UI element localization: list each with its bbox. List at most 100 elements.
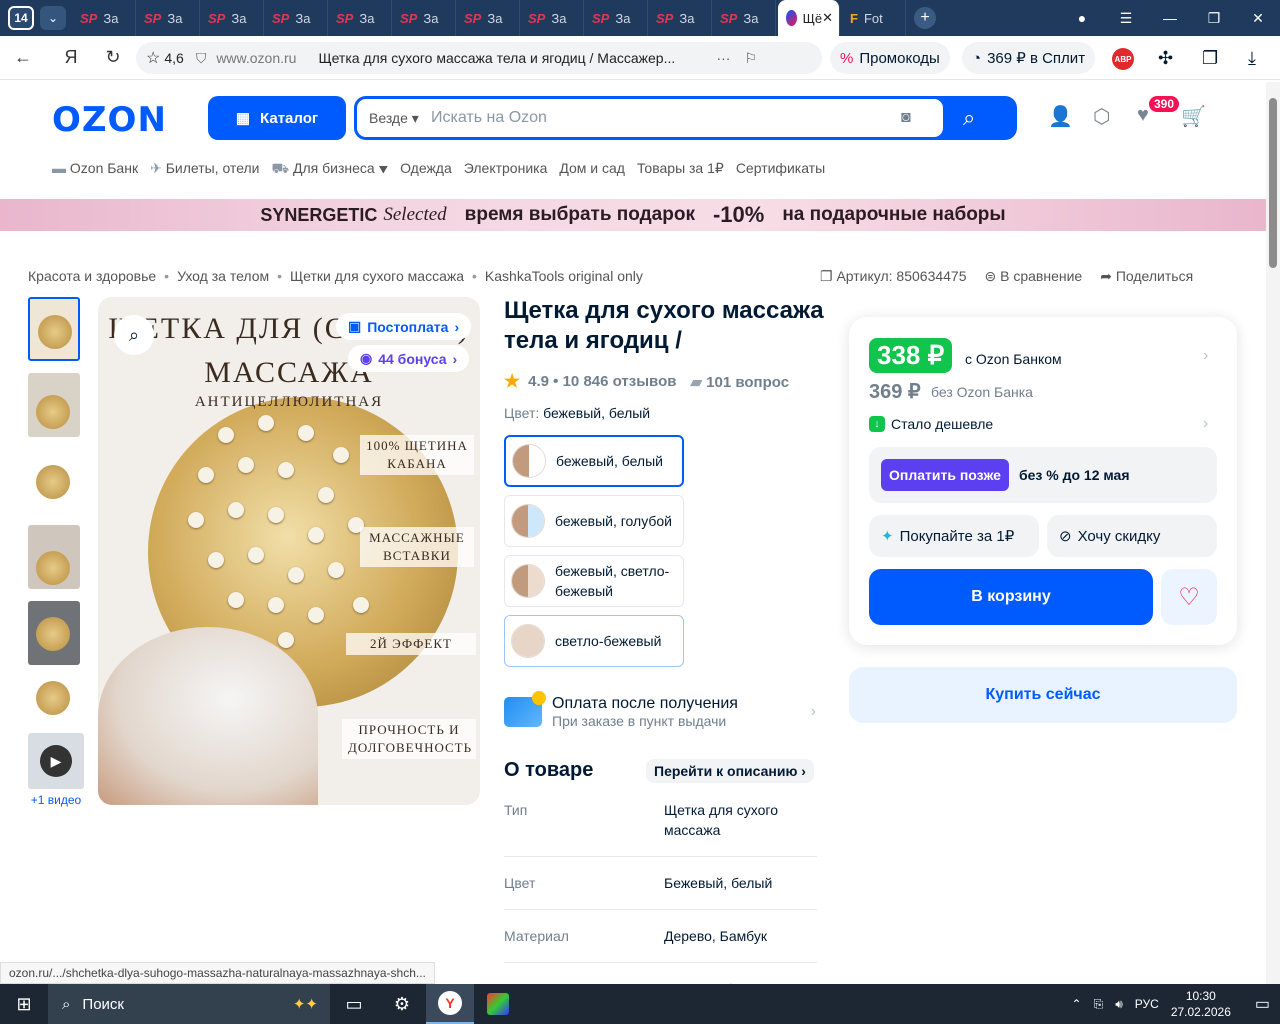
search-scope-dropdown[interactable]: Везде ▾ bbox=[369, 110, 431, 127]
browser-tab[interactable]: SP За bbox=[584, 0, 648, 36]
browser-tab[interactable]: SP За bbox=[392, 0, 456, 36]
close-window-icon[interactable]: ✕ bbox=[1236, 10, 1280, 27]
clock[interactable]: 10:30 27.02.2026 bbox=[1171, 988, 1231, 1020]
breadcrumb-item[interactable]: Уход за телом bbox=[177, 268, 269, 284]
tab-count-button[interactable]: 14 bbox=[8, 6, 34, 30]
favorites-icon[interactable]: ♥ bbox=[1137, 104, 1149, 127]
more-icon[interactable]: ··· bbox=[716, 50, 730, 66]
taskbar-search[interactable]: ⌕ Поиск ✦✦ bbox=[48, 984, 330, 1024]
search-input[interactable]: Искать на Ozon bbox=[431, 109, 901, 127]
cart-icon[interactable]: 🛒 bbox=[1181, 104, 1206, 129]
ozon-logo[interactable]: OZON bbox=[52, 100, 167, 140]
photos-app-icon[interactable] bbox=[474, 984, 522, 1024]
browser-tab[interactable]: SP За bbox=[648, 0, 712, 36]
menu-item[interactable]: ⛟ Для бизнеса ▾ bbox=[272, 160, 389, 179]
video-link[interactable]: +1 видео bbox=[28, 793, 84, 807]
video-thumbnail[interactable]: ▶ bbox=[28, 733, 84, 789]
menu-item[interactable]: Сертификаты bbox=[736, 160, 825, 179]
browser-tab[interactable]: SP За bbox=[712, 0, 776, 36]
browser-tab[interactable]: SP За bbox=[456, 0, 520, 36]
promo-banner[interactable]: SYNERGETIC Selected время выбрать подаро… bbox=[0, 199, 1266, 231]
browser-tab[interactable]: SP За bbox=[72, 0, 136, 36]
new-tab-button[interactable]: + bbox=[914, 7, 936, 29]
language-indicator[interactable]: РУС bbox=[1135, 997, 1159, 1011]
browser-tab[interactable]: F Fot bbox=[842, 0, 906, 36]
chevron-right-icon[interactable]: › bbox=[1203, 415, 1208, 433]
want-discount-button[interactable]: ⊘ Хочу скидку bbox=[1047, 515, 1217, 557]
close-tab-icon[interactable]: ✕ bbox=[822, 10, 833, 26]
chevron-up-icon[interactable]: ⌃ bbox=[1072, 997, 1082, 1011]
browser-tab[interactable]: SP За bbox=[520, 0, 584, 36]
minimize-icon[interactable]: — bbox=[1148, 10, 1192, 26]
color-variant[interactable]: бежевый, голубой bbox=[504, 495, 684, 547]
breadcrumb-item[interactable]: Красота и здоровье bbox=[28, 268, 156, 284]
menu-item[interactable]: Электроника bbox=[464, 160, 548, 179]
yandex-browser-icon[interactable]: Y bbox=[426, 984, 474, 1024]
breadcrumb-item[interactable]: KashkaTools original only bbox=[485, 268, 643, 284]
browser-tab[interactable]: SP За bbox=[264, 0, 328, 36]
download-icon[interactable]: ⤓ bbox=[1248, 48, 1256, 69]
shield-icon[interactable]: ⛉ bbox=[196, 50, 207, 67]
thumbnail[interactable] bbox=[28, 601, 80, 665]
thumbnail[interactable] bbox=[28, 525, 80, 589]
profile-icon[interactable]: ● bbox=[1060, 10, 1104, 26]
add-to-cart-button[interactable]: В корзину bbox=[869, 569, 1153, 625]
star-icon[interactable]: ☆ bbox=[146, 48, 160, 68]
menu-item[interactable]: Одежда bbox=[400, 160, 452, 179]
browser-tab[interactable]: SP За bbox=[200, 0, 264, 36]
main-product-image[interactable]: ЩЕТКА ДЛЯ (СУХОГО) МАССАЖА АНТИЦЕЛЛЮЛИТНА… bbox=[98, 297, 480, 805]
menu-item[interactable]: Дом и сад bbox=[559, 160, 625, 179]
volume-icon[interactable]: 🔊︎ bbox=[1115, 997, 1123, 1012]
thumbnail[interactable] bbox=[28, 677, 80, 721]
extensions-icon[interactable]: ✣ bbox=[1158, 48, 1173, 69]
notifications-icon[interactable]: ▭ bbox=[1255, 994, 1270, 1014]
image-search-icon[interactable]: ⌕ bbox=[114, 315, 154, 355]
pay-later-button[interactable]: Оплатить позже bbox=[881, 459, 1009, 491]
orders-icon[interactable]: ⬡ bbox=[1093, 104, 1110, 129]
reload-icon[interactable]: ↻ bbox=[98, 47, 128, 68]
adblock-icon[interactable]: ABP bbox=[1112, 48, 1134, 70]
profile-icon-header[interactable]: 👤 bbox=[1048, 104, 1073, 129]
share-button[interactable]: ➦ Поделиться bbox=[1100, 268, 1193, 285]
chevron-right-icon[interactable]: › bbox=[1203, 347, 1208, 365]
rating-reviews-link[interactable]: 4.9 • 10 846 отзывов bbox=[528, 373, 676, 390]
menu-item[interactable]: Товары за 1₽ bbox=[637, 160, 724, 179]
collections-icon[interactable]: ❐ bbox=[1202, 48, 1218, 69]
color-variant[interactable]: бежевый, белый bbox=[504, 435, 684, 487]
tabs-dropdown-icon[interactable]: ⌄ bbox=[40, 6, 66, 30]
yandex-icon[interactable]: Я bbox=[56, 47, 86, 68]
browser-tab[interactable]: SP За bbox=[136, 0, 200, 36]
thumbnail[interactable] bbox=[28, 449, 80, 513]
page-scrollbar[interactable] bbox=[1266, 82, 1280, 984]
color-variant[interactable]: светло-бежевый bbox=[504, 615, 684, 667]
scrollbar-thumb[interactable] bbox=[1269, 98, 1277, 268]
article-number[interactable]: ❐ Артикул: 850634475 bbox=[820, 268, 967, 285]
buy-for-1-button[interactable]: ✦ Покупайте за 1₽ bbox=[869, 515, 1039, 557]
url-field[interactable]: ☆ 4,6 ⛉ www.ozon.ru Щетка для сухого мас… bbox=[136, 42, 822, 74]
promocodes-button[interactable]: % Промокоды bbox=[830, 42, 950, 74]
heart-icon[interactable]: ♡ bbox=[1161, 569, 1217, 625]
split-button[interactable]: ◔ 369 ₽ в Сплит bbox=[962, 42, 1096, 74]
bonus-chip[interactable]: ◉ 44 бонуса › bbox=[348, 345, 470, 372]
color-variant[interactable]: бежевый, светло-бежевый bbox=[504, 555, 684, 607]
thumbnail[interactable] bbox=[28, 297, 80, 361]
browser-menu-icon[interactable]: ☰ bbox=[1104, 10, 1148, 27]
browser-tab[interactable]: SP За bbox=[328, 0, 392, 36]
price-dropped[interactable]: ↓ Стало дешевле bbox=[869, 416, 993, 432]
menu-item[interactable]: ✈ Билеты, отели bbox=[150, 160, 259, 179]
search-icon[interactable]: ⌕ bbox=[963, 105, 975, 131]
postpay-chip[interactable]: ▣ Постоплата › bbox=[336, 313, 472, 340]
pay-later-row[interactable]: Оплатить позже без % до 12 мая bbox=[869, 447, 1217, 503]
back-icon[interactable]: ← bbox=[8, 47, 38, 68]
breadcrumb-item[interactable]: Щетки для сухого массажа bbox=[290, 268, 464, 284]
catalog-button[interactable]: ▦ Каталог bbox=[208, 96, 346, 140]
thumbnail[interactable] bbox=[28, 373, 80, 437]
settings-icon[interactable]: ⚙ bbox=[378, 984, 426, 1024]
bookmark-icon[interactable]: ⚐ bbox=[744, 50, 757, 67]
questions-link[interactable]: ▰ 101 вопрос bbox=[690, 373, 789, 391]
windows-start-icon[interactable]: ⊞ bbox=[0, 994, 48, 1015]
compare-button[interactable]: ⊜ В сравнение bbox=[985, 268, 1083, 285]
restore-icon[interactable]: ❐ bbox=[1192, 10, 1236, 27]
network-icon[interactable]: ⎘ bbox=[1094, 997, 1104, 1012]
pay-after-receipt[interactable]: Оплата после получения При заказе в пунк… bbox=[504, 690, 816, 734]
